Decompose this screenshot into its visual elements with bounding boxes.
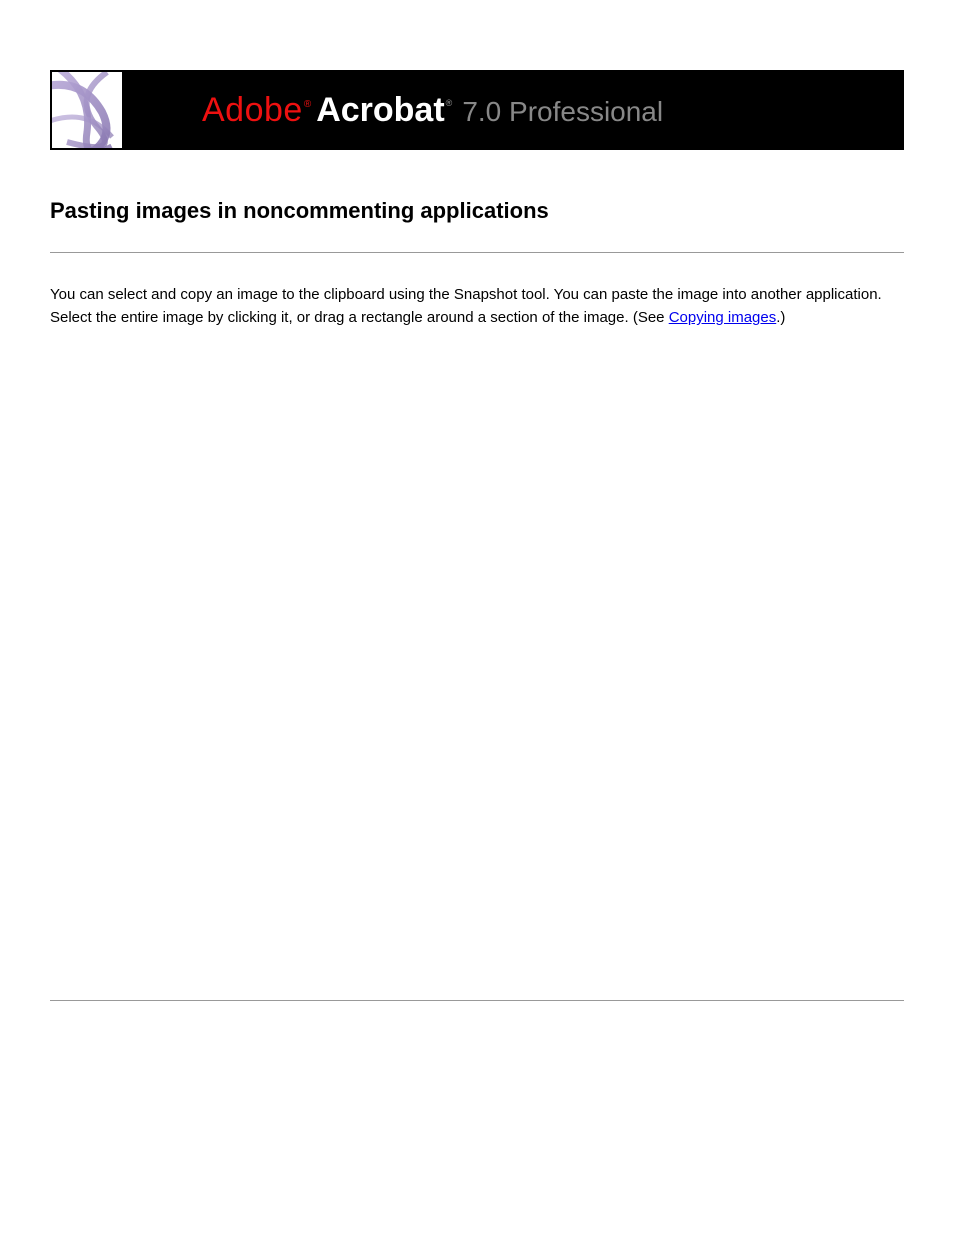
registered-symbol-1: ® [304, 99, 311, 110]
copying-images-link[interactable]: Copying images [669, 309, 777, 326]
version-text: 7.0 Professional [462, 96, 663, 128]
body-paragraph: You can select and copy an image to the … [50, 283, 900, 330]
acrobat-abstract-icon [52, 72, 122, 148]
acrobat-product-text: Acrobat [316, 91, 444, 130]
banner-product-title: Adobe® Acrobat® 7.0 Professional [202, 91, 663, 130]
bottom-divider [50, 1000, 904, 1001]
icon-svg [52, 72, 122, 148]
content-area: Pasting images in noncommenting applicat… [50, 198, 904, 1001]
paragraph-text-after: .) [776, 309, 785, 326]
registered-symbol-2: ® [446, 98, 453, 108]
product-banner: Adobe® Acrobat® 7.0 Professional [50, 70, 904, 150]
adobe-brand-text: Adobe [202, 91, 303, 130]
document-page: Adobe® Acrobat® 7.0 Professional Pasting… [0, 0, 954, 1001]
top-divider [50, 252, 904, 253]
page-title: Pasting images in noncommenting applicat… [50, 198, 904, 224]
